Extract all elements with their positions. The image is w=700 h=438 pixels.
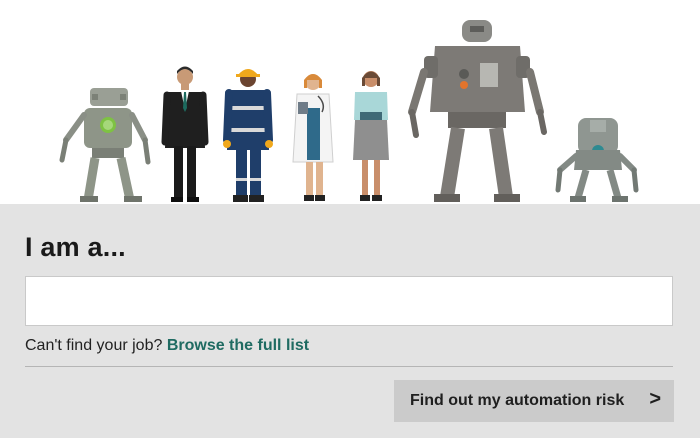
- businessman-icon: [161, 66, 209, 202]
- job-title-input[interactable]: [25, 276, 673, 326]
- construction-worker-icon: [223, 69, 273, 202]
- small-robot-left-icon: [59, 88, 151, 202]
- large-robot-icon: [408, 20, 547, 202]
- submit-label: Find out my automation risk: [410, 392, 625, 409]
- small-robot-right-icon: [555, 118, 639, 202]
- chevron-right-icon: >: [649, 388, 661, 410]
- illustration-banner: [0, 0, 700, 205]
- page-heading: I am a...: [25, 232, 126, 262]
- find-automation-risk-button[interactable]: Find out my automation risk >: [394, 380, 674, 422]
- divider: [25, 366, 673, 367]
- job-search-panel: I am a... Can't find your job? Browse th…: [0, 204, 700, 438]
- doctor-icon: [292, 74, 334, 201]
- helper-text: Can't find your job? Browse the full lis…: [25, 337, 309, 355]
- browse-full-list-link[interactable]: Browse the full list: [167, 337, 309, 354]
- office-worker-icon: [353, 71, 389, 201]
- helper-prefix: Can't find your job?: [25, 337, 163, 354]
